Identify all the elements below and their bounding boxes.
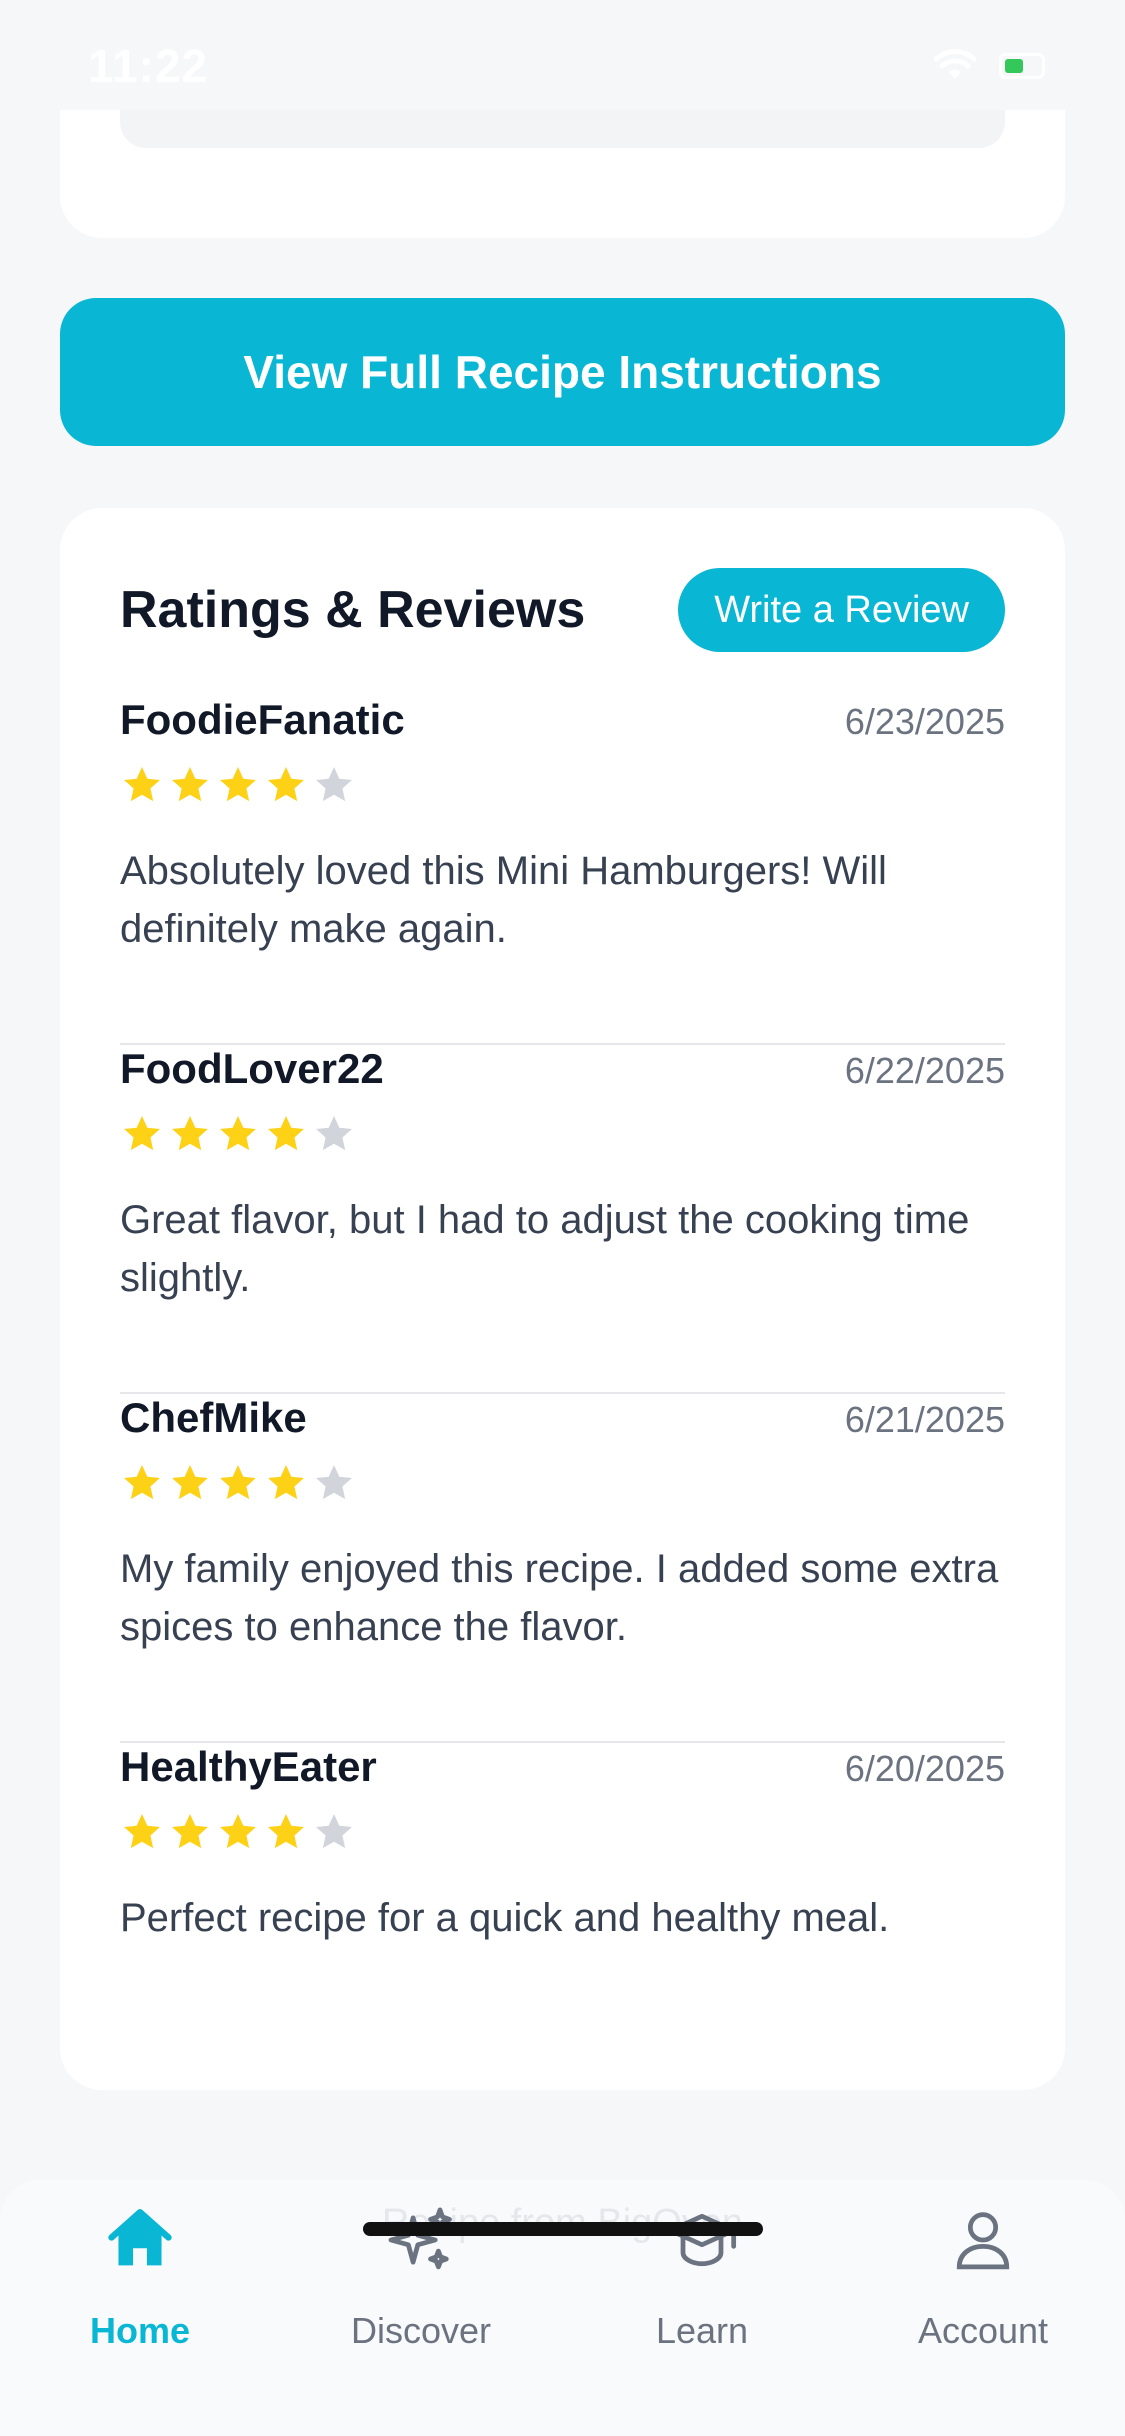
review-date: 6/22/2025 [844,1050,1005,1091]
nav-label-learn: Learn [655,2310,749,2351]
review-text: Great flavor, but I had to adjust the co… [120,1198,970,1300]
star-empty-icon [316,1116,352,1151]
star-empty-icon [316,767,352,802]
home-icon [108,2208,172,2266]
review-date: 6/23/2025 [844,701,1005,742]
view-full-recipe-button[interactable]: View Full Recipe Instructions [60,298,1065,446]
star-filled-icon [220,1116,256,1151]
nav-item-discover[interactable]: Discover [311,2188,531,2368]
reviews-card: Ratings & Reviews Write a Review FoodieF… [60,508,1065,2090]
nav-label-account: Account [917,2310,1049,2351]
review-text: My family enjoyed this recipe. I added s… [120,1547,999,1649]
star-filled-icon [124,1814,160,1849]
star-filled-icon [124,1116,160,1151]
review-item: FoodLover22 6/22/2025 Great flavor, but … [120,1045,1005,1394]
review-date: 6/20/2025 [844,1748,1005,1789]
star-rating [120,762,1005,808]
status-icons [933,49,1045,83]
star-filled-icon [124,767,160,802]
star-rating [120,1809,1005,1855]
review-text: Absolutely loved this Mini Hamburgers! W… [120,849,887,951]
star-filled-icon [268,1814,304,1849]
review-item: HealthyEater 6/20/2025 Perfect recipe fo… [120,1743,1005,2092]
battery-icon [999,53,1045,79]
star-filled-icon [220,767,256,802]
card-inner-panel [120,110,1005,148]
star-rating [120,1111,1005,1157]
star-filled-icon [268,1116,304,1151]
star-filled-icon [220,1465,256,1500]
review-author: FoodieFanatic [120,696,405,743]
star-filled-icon [124,1465,160,1500]
star-filled-icon [172,1814,208,1849]
star-rating [120,1460,1005,1506]
review-author: ChefMike [120,1394,307,1441]
star-empty-icon [316,1814,352,1849]
home-indicator [363,2222,763,2236]
review-author: FoodLover22 [120,1045,384,1092]
star-filled-icon [220,1814,256,1849]
star-empty-icon [316,1465,352,1500]
review-date: 6/21/2025 [844,1399,1005,1440]
star-filled-icon [172,1465,208,1500]
nav-item-account[interactable]: Account [873,2188,1093,2368]
review-item: ChefMike 6/21/2025 My family enjoyed thi… [120,1394,1005,1743]
nav-item-home[interactable]: Home [30,2188,250,2368]
write-review-button[interactable]: Write a Review [678,568,1005,652]
reviews-header: Ratings & Reviews Write a Review [120,568,1005,652]
star-filled-icon [268,767,304,802]
star-filled-icon [268,1465,304,1500]
nav-label-discover: Discover [350,2310,492,2351]
star-filled-icon [172,1116,208,1151]
review-item: FoodieFanatic 6/23/2025 Absolutely loved… [120,696,1005,1045]
star-filled-icon [172,767,208,802]
reviews-title: Ratings & Reviews [120,581,586,639]
nav-label-home: Home [89,2310,191,2351]
recipe-details-card [60,110,1065,238]
status-time: 11:22 [88,40,209,92]
wifi-icon [933,49,977,79]
graduation-cap-icon [667,2213,737,2267]
user-icon [956,2212,1010,2270]
bottom-nav: Recipe from BigOven Home Discover Learn … [0,2180,1125,2436]
nav-item-learn[interactable]: Learn [592,2188,812,2368]
review-author: HealthyEater [120,1743,377,1790]
review-text: Perfect recipe for a quick and healthy m… [120,1896,890,1940]
sparkles-icon [388,2207,452,2270]
